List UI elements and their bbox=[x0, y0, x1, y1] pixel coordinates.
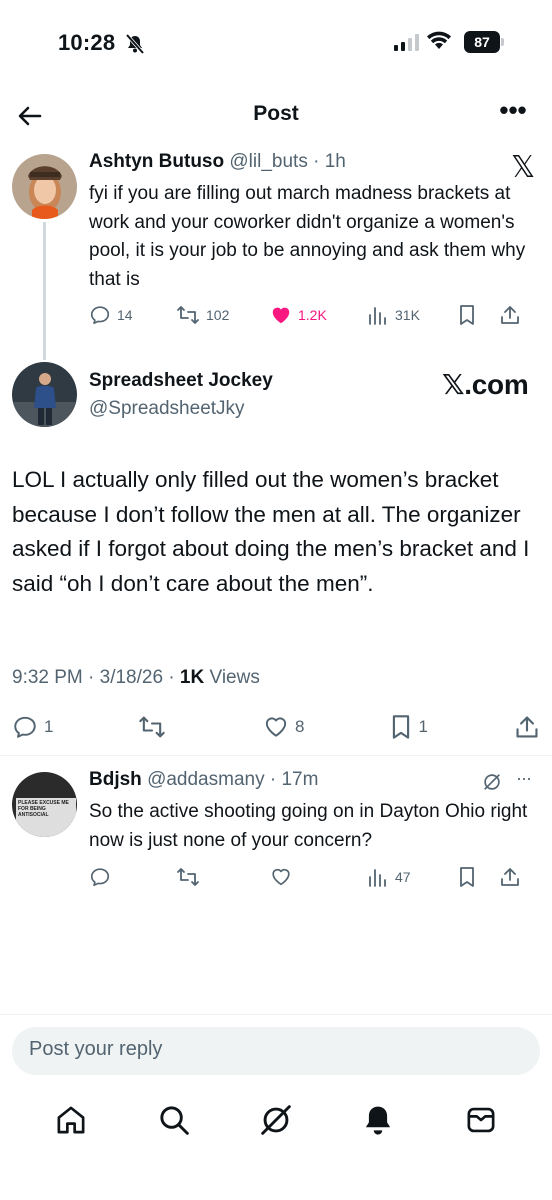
reply-input[interactable]: Post your reply bbox=[12, 1027, 540, 1075]
heart-icon bbox=[272, 868, 290, 886]
repost-icon bbox=[138, 716, 165, 738]
bookmark-icon bbox=[460, 867, 474, 887]
action-bar: 14 102 1.2K 31K bbox=[89, 304, 539, 326]
bookmark-button[interactable] bbox=[457, 866, 499, 888]
avatar-sign-text: PLEASE EXCUSE ME FOR BEING ANTISOCIAL bbox=[16, 798, 76, 837]
status-time: 10:28 bbox=[58, 30, 116, 55]
messages-icon bbox=[467, 1107, 495, 1133]
views-count: 1K bbox=[179, 667, 205, 688]
views-count: 47 bbox=[395, 869, 411, 885]
thread-line bbox=[43, 222, 46, 360]
author-handle[interactable]: @SpreadsheetJky bbox=[89, 398, 245, 420]
repost-button[interactable]: 102 bbox=[176, 304, 270, 326]
divider bbox=[0, 1014, 552, 1015]
author-name[interactable]: Spreadsheet Jockey bbox=[89, 370, 273, 392]
bookmark-icon bbox=[392, 715, 409, 739]
x-com-watermark: 𝕏.com bbox=[442, 369, 529, 400]
avatar[interactable] bbox=[12, 154, 77, 219]
like-button[interactable] bbox=[270, 866, 367, 888]
reply-icon bbox=[14, 716, 36, 738]
wifi-icon bbox=[426, 31, 452, 51]
views-icon bbox=[369, 869, 386, 887]
views-label: Views bbox=[204, 667, 260, 688]
views-button[interactable]: 47 bbox=[367, 866, 457, 888]
page-title: Post bbox=[253, 102, 299, 125]
nav-search[interactable] bbox=[157, 1103, 191, 1137]
post-text: LOL I actually only filled out the women… bbox=[12, 467, 530, 596]
reply-count: 1 bbox=[44, 717, 54, 736]
notifications-icon bbox=[366, 1106, 391, 1135]
bookmark-button[interactable]: 1 bbox=[389, 714, 449, 740]
post-text: So the active shooting going on in Dayto… bbox=[89, 801, 528, 851]
reply-icon bbox=[90, 306, 110, 325]
search-icon bbox=[159, 1106, 189, 1135]
nav-notifications[interactable] bbox=[361, 1103, 395, 1137]
views-button[interactable]: 31K bbox=[367, 304, 457, 326]
author-name[interactable]: Ashtyn Butuso bbox=[89, 151, 224, 172]
reply-button[interactable]: 1 bbox=[12, 714, 72, 740]
author-name[interactable]: Bdjsh bbox=[89, 769, 142, 790]
post-meta: 9:32 PM · 3/18/26 · 1K Views bbox=[12, 667, 260, 689]
repost-icon bbox=[177, 306, 199, 324]
reply-button[interactable] bbox=[89, 866, 176, 888]
reply-count: 14 bbox=[117, 307, 133, 323]
share-icon bbox=[501, 306, 519, 324]
like-button[interactable]: 1.2K bbox=[270, 304, 367, 326]
grok-icon bbox=[261, 1105, 291, 1135]
more-options-button[interactable]: ••• bbox=[496, 97, 530, 132]
heart-icon bbox=[265, 717, 287, 737]
bookmark-icon bbox=[460, 305, 474, 325]
grok-icon bbox=[484, 774, 500, 790]
reply-icon bbox=[90, 868, 110, 887]
signal-icon bbox=[394, 33, 419, 51]
repost-button[interactable] bbox=[138, 714, 198, 740]
divider bbox=[0, 755, 552, 756]
like-count: 1.2K bbox=[298, 307, 327, 323]
author-handle-time: @lil_buts · 1h bbox=[229, 151, 346, 172]
share-button[interactable] bbox=[514, 714, 540, 740]
repost-button[interactable] bbox=[176, 866, 270, 888]
avatar[interactable] bbox=[12, 362, 77, 427]
share-button[interactable] bbox=[499, 866, 521, 888]
share-button[interactable] bbox=[499, 304, 521, 326]
more-options-button[interactable]: ··· bbox=[516, 768, 532, 789]
like-button[interactable]: 8 bbox=[263, 714, 323, 740]
reply-button[interactable]: 14 bbox=[89, 304, 176, 326]
bookmark-button[interactable] bbox=[457, 304, 499, 326]
author-handle-time: @addasmany · 17m bbox=[147, 769, 319, 790]
nav-home[interactable] bbox=[54, 1103, 88, 1137]
nav-grok[interactable] bbox=[259, 1103, 293, 1137]
repost-icon bbox=[177, 868, 199, 886]
home-icon bbox=[57, 1106, 85, 1134]
share-icon bbox=[516, 716, 538, 738]
action-bar: 47 bbox=[89, 866, 539, 888]
grok-button[interactable] bbox=[481, 771, 503, 793]
repost-count: 102 bbox=[206, 307, 230, 323]
share-icon bbox=[501, 868, 519, 886]
bookmark-count: 1 bbox=[418, 717, 428, 736]
action-bar: 1 8 1 bbox=[12, 714, 540, 740]
views-count: 31K bbox=[395, 307, 420, 323]
battery-level: 87 bbox=[464, 31, 500, 53]
bell-off-icon bbox=[124, 34, 146, 54]
bottom-nav bbox=[0, 1090, 552, 1150]
heart-filled-icon bbox=[272, 307, 290, 324]
post-text: fyi if you are filling out march madness… bbox=[89, 183, 526, 290]
like-count: 8 bbox=[295, 717, 305, 736]
battery-icon: 87 bbox=[464, 31, 504, 53]
post-timestamp: 9:32 PM · 3/18/26 · bbox=[12, 667, 180, 688]
nav-messages[interactable] bbox=[464, 1103, 498, 1137]
views-icon bbox=[369, 307, 386, 325]
avatar[interactable]: PLEASE EXCUSE ME FOR BEING ANTISOCIAL bbox=[12, 772, 77, 837]
